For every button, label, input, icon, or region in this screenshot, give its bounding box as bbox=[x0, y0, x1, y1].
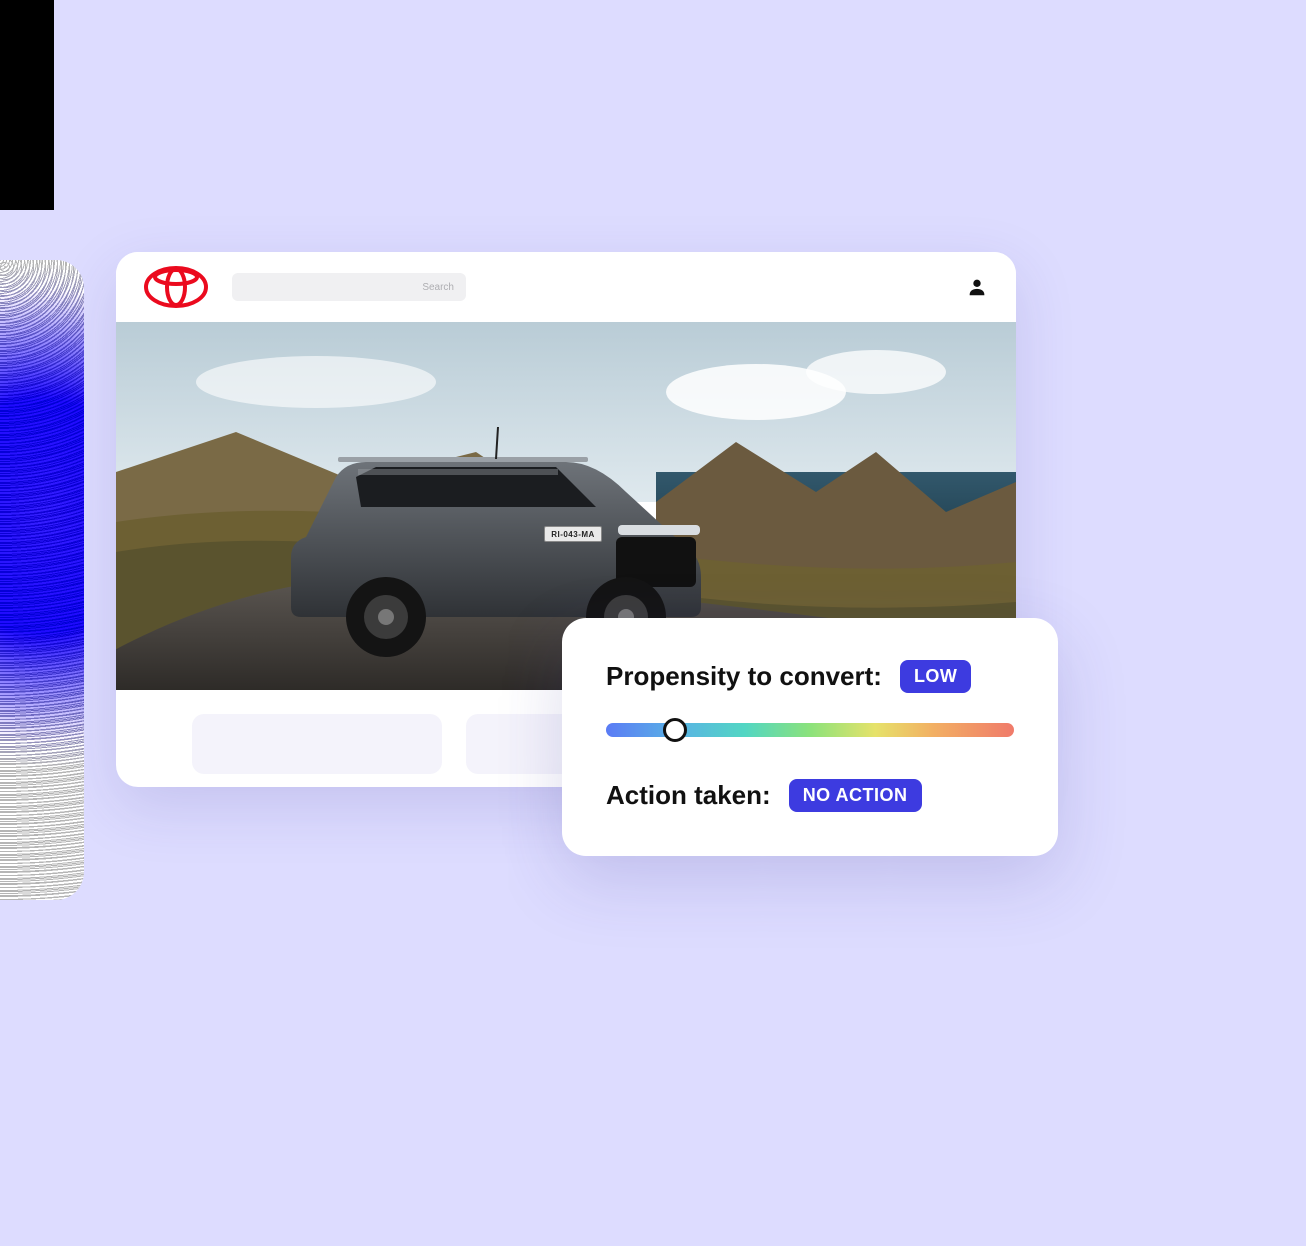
site-header: Search bbox=[116, 252, 1016, 322]
toyota-logo-icon bbox=[144, 266, 208, 308]
action-badge: NO ACTION bbox=[789, 779, 922, 812]
left-black-strip bbox=[0, 0, 54, 210]
license-plate: RI-043-MA bbox=[544, 526, 602, 542]
propensity-label: Propensity to convert: bbox=[606, 661, 882, 692]
placeholder-card bbox=[192, 714, 442, 774]
slider-thumb[interactable] bbox=[663, 718, 687, 742]
conversion-metrics-card: Propensity to convert: LOW Action taken:… bbox=[562, 618, 1058, 856]
propensity-row: Propensity to convert: LOW bbox=[606, 660, 1014, 693]
action-label: Action taken: bbox=[606, 780, 771, 811]
propensity-slider[interactable] bbox=[606, 723, 1014, 737]
search-placeholder-text: Search bbox=[422, 282, 454, 293]
decorative-noise-panel bbox=[0, 260, 84, 900]
search-input[interactable]: Search bbox=[232, 273, 466, 301]
action-row: Action taken: NO ACTION bbox=[606, 779, 1014, 812]
propensity-badge: LOW bbox=[900, 660, 972, 693]
user-icon[interactable] bbox=[966, 276, 988, 298]
